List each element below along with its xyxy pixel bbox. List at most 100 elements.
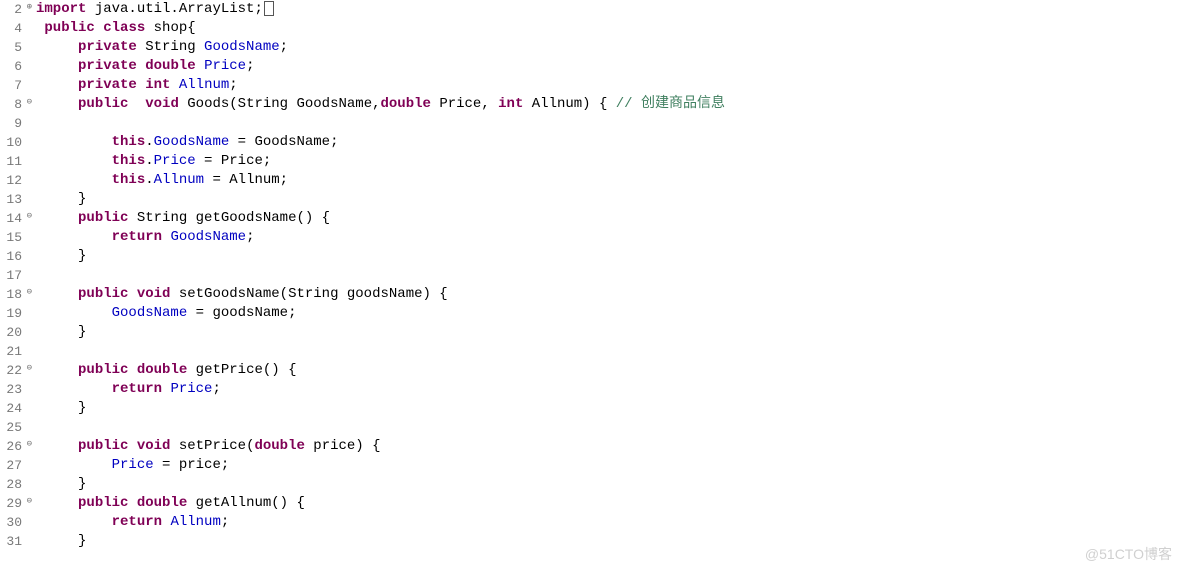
code-line[interactable] — [36, 266, 725, 285]
code-line[interactable]: return Price; — [36, 380, 725, 399]
code-line[interactable]: public String getGoodsName() { — [36, 209, 725, 228]
code-token: public — [78, 286, 128, 302]
code-token: double — [137, 495, 187, 511]
code-line[interactable]: Price = price; — [36, 456, 725, 475]
line-number: 27 — [0, 456, 22, 475]
code-line[interactable]: public double getAllnum() { — [36, 494, 725, 513]
code-token — [36, 438, 78, 454]
collapse-icon[interactable]: ⊖ — [24, 497, 32, 505]
code-token — [196, 58, 204, 74]
code-token: public — [78, 495, 128, 511]
code-line[interactable]: public double getPrice() { — [36, 361, 725, 380]
line-number: 26⊖ — [0, 437, 22, 456]
code-token: int — [145, 77, 170, 93]
collapse-icon[interactable]: ⊖ — [24, 440, 32, 448]
code-token: Price — [170, 381, 212, 397]
line-number: 24 — [0, 399, 22, 418]
line-number-gutter: 2⊕45678⊖91011121314⊖15161718⊖19202122⊖23… — [0, 0, 22, 551]
code-line[interactable]: GoodsName = goodsName; — [36, 304, 725, 323]
code-token: class — [103, 20, 145, 36]
code-line[interactable]: private double Price; — [36, 57, 725, 76]
collapse-icon[interactable]: ⊖ — [24, 212, 32, 220]
code-line[interactable]: } — [36, 532, 725, 551]
code-token: public — [78, 210, 128, 226]
code-line[interactable]: public void Goods(String GoodsName,doubl… — [36, 95, 725, 114]
code-token: = GoodsName; — [229, 134, 338, 150]
code-token: return — [112, 514, 162, 530]
code-token — [128, 495, 136, 511]
code-line[interactable]: private String GoodsName; — [36, 38, 725, 57]
code-token: = Allnum; — [204, 172, 288, 188]
code-token — [36, 305, 112, 321]
code-line[interactable]: public void setGoodsName(String goodsNam… — [36, 285, 725, 304]
collapse-icon[interactable]: ⊖ — [24, 98, 32, 106]
watermark: @51CTO博客 — [1085, 545, 1172, 564]
code-token: this — [112, 172, 146, 188]
code-token — [36, 362, 78, 378]
code-line[interactable]: this.Price = Price; — [36, 152, 725, 171]
line-number: 5 — [0, 38, 22, 57]
code-token: return — [112, 229, 162, 245]
code-token: // 创建商品信息 — [616, 96, 725, 112]
code-token — [36, 153, 112, 169]
code-token — [137, 58, 145, 74]
expand-icon[interactable]: ⊕ — [24, 3, 32, 11]
code-token: } — [36, 191, 86, 207]
code-line[interactable]: private int Allnum; — [36, 76, 725, 95]
collapse-icon[interactable]: ⊖ — [24, 288, 32, 296]
code-line[interactable] — [36, 418, 725, 437]
code-line[interactable]: } — [36, 247, 725, 266]
line-number: 13 — [0, 190, 22, 209]
code-token: . — [145, 172, 153, 188]
code-token: this — [112, 134, 146, 150]
code-line[interactable]: import java.util.ArrayList; — [36, 0, 725, 19]
code-line[interactable]: } — [36, 190, 725, 209]
line-number: 22⊖ — [0, 361, 22, 380]
code-line[interactable] — [36, 114, 725, 133]
code-line[interactable]: this.GoodsName = GoodsName; — [36, 133, 725, 152]
code-token: ; — [246, 58, 254, 74]
code-token: double — [137, 362, 187, 378]
code-token: } — [36, 324, 86, 340]
line-number: 4 — [0, 19, 22, 38]
code-line[interactable]: return Allnum; — [36, 513, 725, 532]
code-line[interactable]: } — [36, 399, 725, 418]
line-number: 2⊕ — [0, 0, 22, 19]
code-token: GoodsName — [112, 305, 188, 321]
code-token: setGoodsName(String goodsName) { — [170, 286, 447, 302]
line-number: 6 — [0, 57, 22, 76]
code-token: getAllnum() { — [187, 495, 305, 511]
code-token: } — [36, 248, 86, 264]
collapse-icon[interactable]: ⊖ — [24, 364, 32, 372]
code-token: ; — [280, 39, 288, 55]
code-token — [36, 457, 112, 473]
code-line[interactable] — [36, 342, 725, 361]
code-token: private — [78, 39, 137, 55]
code-line[interactable]: this.Allnum = Allnum; — [36, 171, 725, 190]
code-token: Allnum) { — [523, 96, 615, 112]
code-line[interactable]: return GoodsName; — [36, 228, 725, 247]
code-token: } — [36, 400, 86, 416]
code-token: String — [137, 39, 204, 55]
line-number: 28 — [0, 475, 22, 494]
code-token: = price; — [154, 457, 230, 473]
line-number: 30 — [0, 513, 22, 532]
code-token — [170, 77, 178, 93]
code-line[interactable]: public void setPrice(double price) { — [36, 437, 725, 456]
code-token: int — [498, 96, 523, 112]
code-token — [128, 362, 136, 378]
code-token: import — [36, 1, 86, 17]
code-line[interactable]: public class shop{ — [36, 19, 725, 38]
line-number: 16 — [0, 247, 22, 266]
code-token: private — [78, 58, 137, 74]
code-token: = Price; — [196, 153, 272, 169]
code-token: Allnum — [179, 77, 229, 93]
code-token — [36, 514, 112, 530]
code-line[interactable]: } — [36, 475, 725, 494]
code-token: ; — [221, 514, 229, 530]
code-token: ; — [212, 381, 220, 397]
code-token — [36, 172, 112, 188]
code-line[interactable]: } — [36, 323, 725, 342]
code-token: Price — [112, 457, 154, 473]
line-number: 23 — [0, 380, 22, 399]
